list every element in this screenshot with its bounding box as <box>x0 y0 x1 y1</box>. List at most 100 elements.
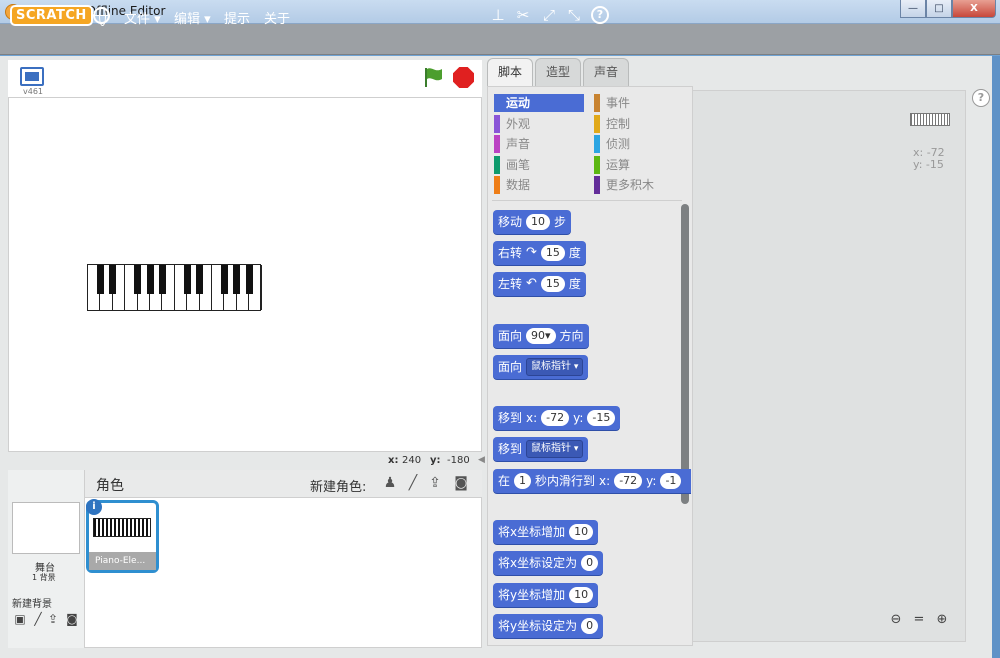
mouse-y-label: y: <box>430 455 441 466</box>
menu-file[interactable]: 文件 ▾ <box>124 8 161 27</box>
zoom-in-icon[interactable]: ⊕ <box>934 612 950 628</box>
block-turn-left[interactable]: 左转 ↶ 15 度 <box>493 272 586 296</box>
steps-input[interactable]: 10 <box>526 214 551 230</box>
value-input[interactable]: 10 <box>569 587 594 603</box>
block-move-steps[interactable]: 移动 10 步 <box>493 210 572 234</box>
degrees-input[interactable]: 15 <box>540 276 565 292</box>
block-goto-xy[interactable]: 移到 x: -72 y: -15 <box>493 406 621 430</box>
block-text: 方向 <box>559 329 584 343</box>
category-8[interactable]: 运算 <box>594 155 684 174</box>
direction-input[interactable]: 90▾ <box>526 328 556 344</box>
camera-icon[interactable]: ◙ <box>452 474 470 492</box>
rotate-counterclockwise-icon: ↶ <box>526 276 537 291</box>
tab-sounds[interactable]: 声音 <box>583 58 630 86</box>
target-dropdown[interactable]: 鼠标指针 <box>526 440 584 458</box>
green-flag-icon[interactable] <box>422 66 444 88</box>
y-input[interactable]: -1 <box>660 473 682 489</box>
category-9[interactable]: 更多积木 <box>594 176 684 194</box>
target-dropdown[interactable]: 鼠标指针 <box>526 358 584 376</box>
category-1[interactable]: 外观 <box>494 114 584 133</box>
palette-scrollbar[interactable] <box>681 204 689 504</box>
info-icon[interactable]: i <box>86 499 102 515</box>
piano-black-key <box>134 265 142 294</box>
category-2[interactable]: 声音 <box>494 135 584 153</box>
paint-brush-icon[interactable]: ╱ <box>404 474 422 492</box>
help-question-icon[interactable]: ? <box>591 6 609 24</box>
piano-black-key <box>109 265 117 294</box>
block-change-y[interactable]: 将y坐标增加 10 <box>493 583 599 607</box>
piano-black-key <box>196 265 204 294</box>
tab-costumes[interactable]: 造型 <box>535 58 582 86</box>
block-text: 移到 <box>498 411 523 425</box>
block-text: 将y坐标增加 <box>498 588 566 602</box>
mouse-x-value: 240 <box>402 455 422 466</box>
x-input[interactable]: -72 <box>541 410 570 426</box>
category-0[interactable]: 运动 <box>494 94 584 112</box>
value-input[interactable]: 10 <box>569 524 594 540</box>
block-text: y: <box>646 474 657 488</box>
backdrop-camera-icon[interactable]: ◙ <box>64 612 80 626</box>
block-text: 面向 <box>498 329 523 343</box>
block-point-direction[interactable]: 面向 90▾ 方向 <box>493 324 589 348</box>
close-button[interactable]: X <box>952 0 996 18</box>
version-label: v461 <box>23 87 44 96</box>
seconds-input[interactable]: 1 <box>514 473 532 489</box>
block-text: 度 <box>568 277 581 291</box>
category-5[interactable]: 事件 <box>594 94 684 112</box>
block-text: 面向 <box>498 360 523 374</box>
upload-icon[interactable]: ⇪ <box>426 474 444 492</box>
presentation-mode-icon[interactable] <box>20 67 44 86</box>
scratch-logo[interactable]: SCRATCH <box>10 5 93 26</box>
palette-divider <box>492 200 682 201</box>
y-input[interactable]: -15 <box>587 410 616 426</box>
menu-tips[interactable]: 提示 <box>224 8 250 27</box>
delete-scissors-icon[interactable]: ✂ <box>514 6 532 24</box>
language-globe-icon[interactable] <box>93 7 110 26</box>
mouse-x-label: x: <box>388 455 399 466</box>
backdrop-paint-icon[interactable]: ╱ <box>30 612 46 626</box>
category-7[interactable]: 侦测 <box>594 135 684 153</box>
stage-thumbnail[interactable] <box>12 502 80 554</box>
block-change-x[interactable]: 将x坐标增加 10 <box>493 520 599 544</box>
category-4[interactable]: 数据 <box>494 176 584 194</box>
value-input[interactable]: 0 <box>581 618 599 634</box>
block-goto[interactable]: 移到 鼠标指针 <box>493 437 589 461</box>
piano-black-key <box>183 265 191 294</box>
minimize-button[interactable]: — <box>900 0 926 18</box>
block-set-x[interactable]: 将x坐标设定为 0 <box>493 551 604 575</box>
menu-edit[interactable]: 编辑 ▾ <box>174 8 211 27</box>
grow-icon[interactable]: ⤢ <box>540 6 558 24</box>
value-input[interactable]: 0 <box>581 555 599 571</box>
menu-about[interactable]: 关于 <box>264 8 290 27</box>
maximize-button[interactable]: □ <box>926 0 952 18</box>
new-sprite-label: 新建角色: <box>310 480 367 495</box>
category-3[interactable]: 画笔 <box>494 155 584 174</box>
zoom-reset-icon[interactable]: = <box>911 612 927 628</box>
scripts-area[interactable] <box>692 90 966 642</box>
help-icon[interactable]: ? <box>972 89 990 107</box>
window-border <box>992 56 1000 658</box>
block-text: 右转 <box>498 246 523 260</box>
zoom-out-icon[interactable]: ⊖ <box>888 612 904 628</box>
backdrop-library-icon[interactable]: ▣ <box>12 612 28 626</box>
tab-scripts[interactable]: 脚本 <box>487 58 534 86</box>
block-set-y[interactable]: 将y坐标设定为 0 <box>493 614 604 638</box>
block-text: 移动 <box>498 215 523 229</box>
shrink-icon[interactable]: ⤡ <box>565 6 583 24</box>
block-point-towards[interactable]: 面向 鼠标指针 <box>493 355 589 379</box>
backdrop-upload-icon[interactable]: ⇪ <box>45 612 61 626</box>
piano-black-key <box>220 265 228 294</box>
stage-toolbar <box>8 60 482 97</box>
choose-sprite-library-icon[interactable]: ♟ <box>381 474 399 492</box>
duplicate-stamp-icon[interactable]: ⊥ <box>489 6 507 24</box>
current-sprite-preview <box>910 113 950 126</box>
block-glide[interactable]: 在 1 秒内滑行到 x: -72 y: -1 <box>493 469 691 493</box>
block-text: 度 <box>568 246 581 260</box>
piano-black-key <box>245 265 253 294</box>
category-6[interactable]: 控制 <box>594 114 684 133</box>
block-turn-right[interactable]: 右转 ↷ 15 度 <box>493 241 586 265</box>
block-text: 将y坐标设定为 <box>498 619 578 633</box>
x-input[interactable]: -72 <box>614 473 643 489</box>
piano-sprite[interactable] <box>87 264 262 311</box>
degrees-input[interactable]: 15 <box>540 245 565 261</box>
